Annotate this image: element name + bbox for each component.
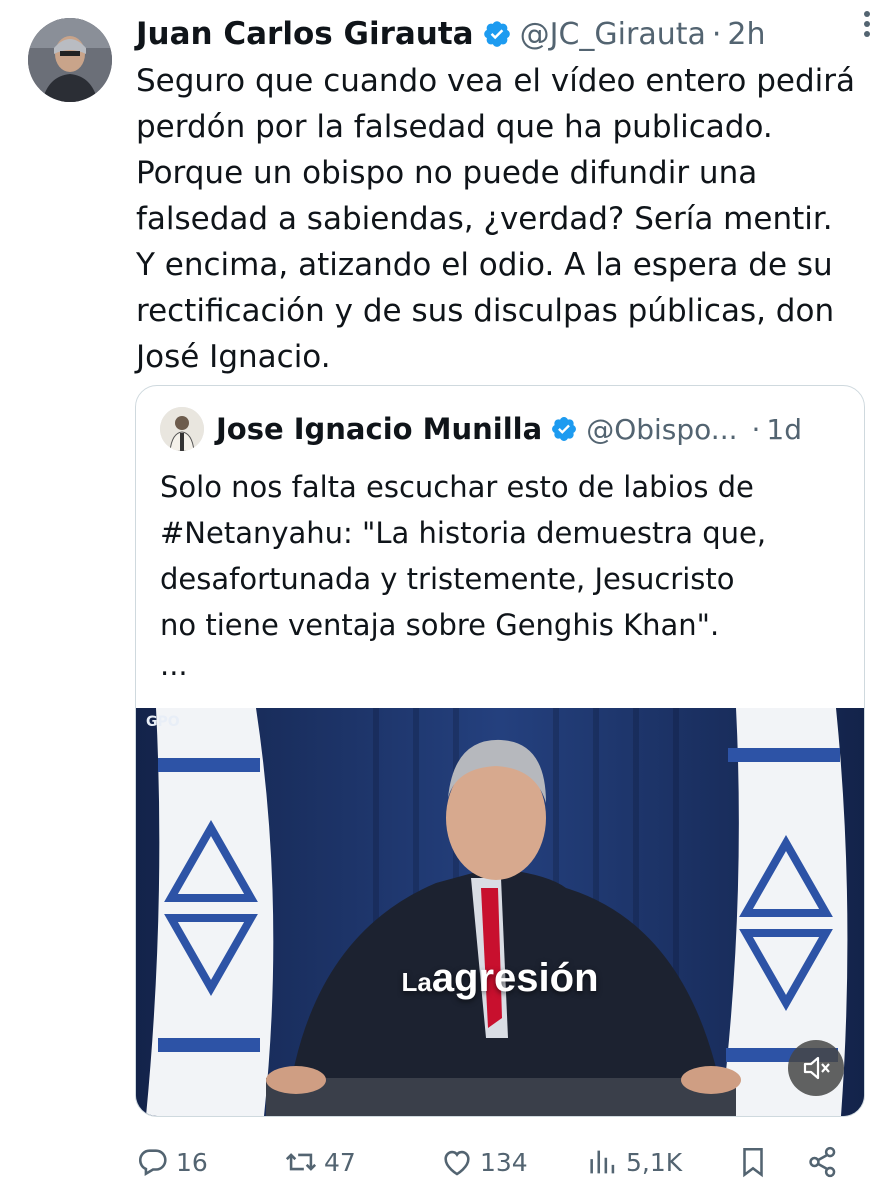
speaker-muted-icon (803, 1056, 830, 1080)
views-count: 5,1K (626, 1147, 683, 1177)
quoted-header: Jose Ignacio Munilla @Obispo... · 1d (160, 406, 840, 452)
quoted-avatar[interactable] (160, 407, 204, 451)
tweet-header: Juan Carlos Girauta @JC_Girauta · 2h (136, 12, 871, 56)
video-watermark: GPO (146, 714, 180, 730)
share-icon (809, 1146, 836, 1178)
repost-icon (285, 1153, 317, 1171)
author-name[interactable]: Juan Carlos Girauta (136, 16, 474, 52)
bookmark-button[interactable] (736, 1140, 770, 1184)
tweet-time[interactable]: 2h (727, 17, 765, 52)
verified-badge-icon (483, 21, 510, 47)
quoted-ellipsis: ... (160, 648, 188, 682)
author-handle[interactable]: @JC_Girauta (520, 17, 706, 52)
separator-dot: · (751, 412, 761, 446)
separator-dot: · (711, 16, 722, 52)
video-player[interactable]: GPO Laagresión (136, 708, 864, 1116)
views-button[interactable]: 5,1K (586, 1140, 682, 1184)
like-button[interactable]: 134 (440, 1140, 528, 1184)
quoted-text: Solo nos falta escuchar esto de labios d… (160, 470, 767, 642)
quoted-time[interactable]: 1d (766, 413, 802, 446)
caption-big: agresión (431, 956, 599, 1000)
reply-count: 16 (176, 1147, 208, 1177)
quoted-tweet[interactable]: Jose Ignacio Munilla @Obispo... · 1d Sol… (135, 385, 865, 1117)
repost-count: 47 (324, 1147, 356, 1177)
repost-button[interactable]: 47 (284, 1140, 356, 1184)
reply-button[interactable]: 16 (136, 1140, 208, 1184)
views-icon (590, 1150, 615, 1174)
tweet-text: Seguro que cuando vea el vídeo entero pe… (136, 63, 855, 375)
mute-button[interactable] (788, 1040, 844, 1096)
like-count: 134 (480, 1147, 528, 1177)
bookmark-icon (743, 1147, 763, 1178)
action-bar: 16 47 134 5,1K (136, 1140, 856, 1184)
quoted-author-handle[interactable]: @Obispo... (586, 413, 737, 446)
like-icon (444, 1150, 470, 1176)
more-icon[interactable] (847, 4, 887, 44)
verified-badge-icon (552, 417, 577, 441)
video-frame (136, 708, 864, 1116)
author-avatar[interactable] (28, 18, 112, 102)
share-button[interactable] (806, 1140, 840, 1184)
quoted-author-name[interactable]: Jose Ignacio Munilla (216, 412, 542, 446)
caption-small: La (401, 967, 432, 997)
reply-icon (138, 1149, 167, 1177)
video-caption: Laagresión (136, 956, 864, 1001)
